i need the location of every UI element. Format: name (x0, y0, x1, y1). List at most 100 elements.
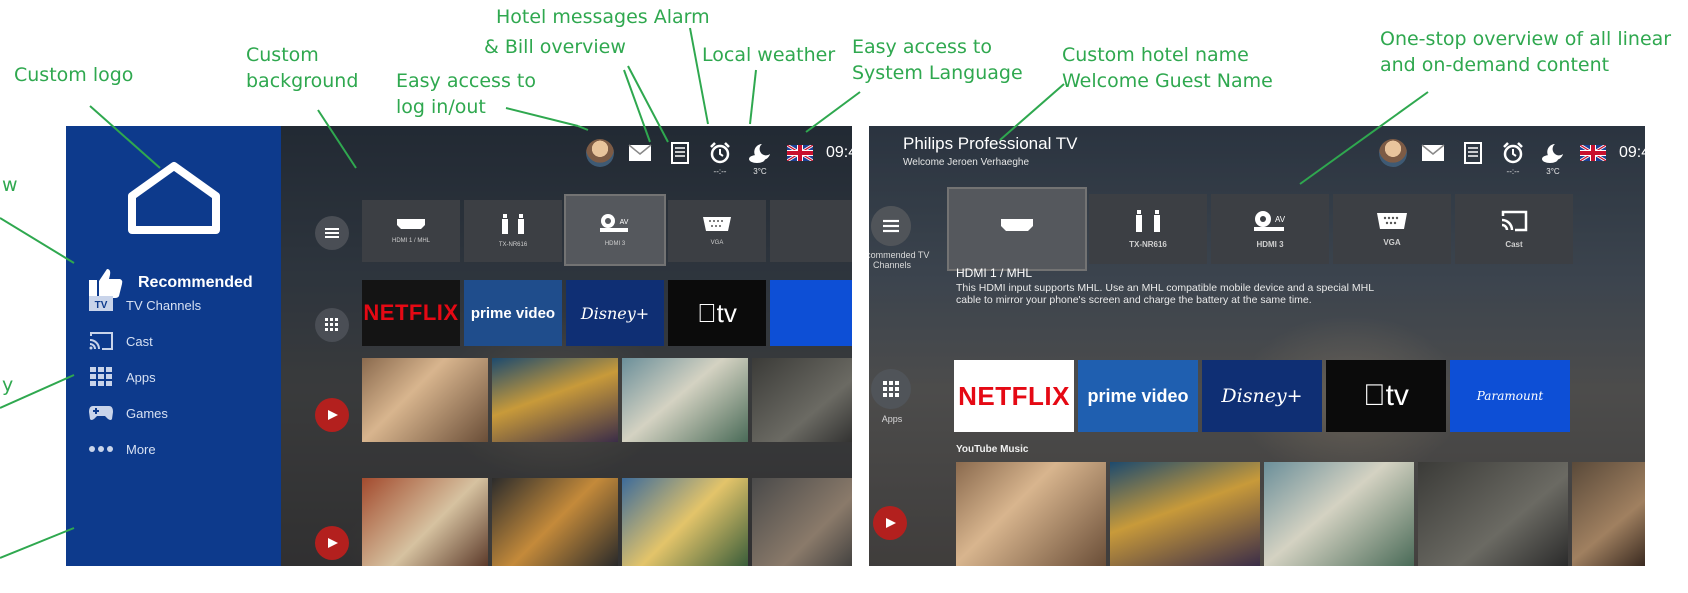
source-tile-hdmi1[interactable]: HDMI 1 / MHL (362, 200, 460, 262)
source-title: HDMI 1 / MHL (956, 266, 1033, 280)
video-thumbnail[interactable] (1110, 462, 1260, 566)
annotation-edge-fragment-w: w (2, 174, 18, 196)
video-thumbnail[interactable] (752, 358, 852, 442)
vga-icon (1377, 212, 1407, 229)
sidebar-item-label: Recommended (138, 274, 253, 291)
hdmi-av-icon: AV (1254, 210, 1286, 231)
video-thumbnail[interactable] (362, 358, 488, 442)
weather-temp: 3°C (753, 167, 767, 176)
svg-text:AV: AV (1275, 215, 1286, 224)
sidebar-item-apps[interactable]: Apps (86, 366, 156, 388)
weather-moon-icon[interactable]: 3°C (1539, 139, 1567, 176)
annotation-system-language-2: System Language (852, 62, 1023, 84)
app-tile-apple-tv[interactable]:  tv (668, 280, 766, 346)
youtube-row-icon-2[interactable] (315, 526, 349, 560)
apps-row-icon[interactable] (315, 308, 349, 342)
custom-home-logo-icon[interactable] (126, 160, 222, 236)
channels-menu-icon[interactable] (315, 216, 349, 250)
app-tile-prime-video[interactable]: prime video (464, 280, 562, 346)
app-tile-netflix[interactable]: NETFLIX (954, 360, 1074, 432)
clock: 09:44 (1619, 144, 1645, 161)
annotation-custom-background-2: background (246, 70, 359, 92)
alarm-clock-icon[interactable]: --:-- (706, 139, 734, 176)
user-avatar[interactable] (1379, 139, 1407, 167)
bill-icon[interactable] (1459, 139, 1487, 167)
recommended-channels-icon[interactable] (871, 206, 911, 246)
source-tile-hdmi1-selected[interactable] (949, 189, 1085, 269)
video-thumbnail[interactable] (362, 478, 488, 566)
source-tile-more[interactable] (770, 200, 852, 262)
app-tile-paramount[interactable]: Paramount (1450, 360, 1570, 432)
cast-icon (86, 330, 116, 352)
annotation-hotel-messages-2: & Bill overview (484, 36, 626, 58)
uk-flag-language-icon[interactable] (786, 139, 814, 167)
video-thumbnail[interactable] (1264, 462, 1414, 566)
annotation-system-language-1: Easy access to (852, 36, 992, 58)
sidebar-item-cast[interactable]: Cast (86, 330, 153, 352)
app-tile-disney-plus[interactable]: Disney+ (566, 280, 664, 346)
annotation-custom-background-1: Custom (246, 44, 319, 66)
video-thumbnail[interactable] (752, 478, 852, 566)
video-thumbnail[interactable] (492, 478, 618, 566)
app-tile-netflix[interactable]: NETFLIX (362, 280, 460, 346)
video-thumbnail[interactable] (622, 358, 748, 442)
youtube-row-icon[interactable] (873, 506, 907, 540)
app-tile-disney-plus[interactable]: Disney+ (1202, 360, 1322, 432)
apps-label: Apps (881, 414, 903, 424)
status-bar: --:-- 3°C 09:43 (586, 136, 852, 176)
app-tile-prime-video[interactable]: prime video (1078, 360, 1198, 432)
hdmi-icon (1001, 219, 1033, 231)
video-thumbnail[interactable] (492, 358, 618, 442)
video-thumbnail[interactable] (956, 462, 1106, 566)
hdmi-av-icon: AV (600, 214, 629, 232)
alarm-value: --:-- (713, 167, 727, 176)
annotation-hotel-messages-1: Hotel messages Alarm (496, 6, 710, 28)
source-tile-hdmi3[interactable]: AV HDMI 3 (1211, 194, 1329, 264)
weather-moon-icon[interactable]: 3°C (746, 139, 774, 176)
source-tile-tx-nr616[interactable]: TX-NR616 (1089, 194, 1207, 264)
annotation-local-weather: Local weather (702, 44, 836, 66)
rca-icon (502, 214, 524, 234)
source-tile-vga[interactable]: VGA (668, 200, 766, 262)
apple-logo-icon:  (1363, 379, 1386, 413)
sidebar-item-tv-channels[interactable]: TV TV Channels (86, 294, 201, 316)
source-tile-cast[interactable]: Cast (1455, 194, 1573, 264)
sidebar-item-label: Cast (126, 333, 153, 349)
messages-envelope-icon[interactable] (626, 139, 654, 167)
app-tile-apple-tv[interactable]:  tv (1326, 360, 1446, 432)
svg-text:AV: AV (620, 219, 629, 226)
user-avatar[interactable] (586, 139, 614, 167)
video-thumbnail[interactable] (622, 478, 748, 566)
sidebar-item-label: More (126, 441, 156, 457)
sidebar-item-label: TV Channels (126, 297, 202, 313)
source-tile-vga[interactable]: VGA (1333, 194, 1451, 264)
sidebar-item-label: Games (126, 405, 168, 421)
source-tile-hdmi3[interactable]: AV HDMI 3 (566, 196, 664, 264)
uk-flag-language-icon[interactable] (1579, 139, 1607, 167)
alarm-value: --:-- (1506, 167, 1520, 176)
section-youtube-music: YouTube Music (956, 444, 1029, 455)
alarm-clock-icon[interactable]: --:-- (1499, 139, 1527, 176)
source-tile-tx-nr616[interactable]: TX-NR616 (464, 200, 562, 262)
sidebar-item-more[interactable]: More (86, 438, 156, 460)
bill-icon[interactable] (666, 139, 694, 167)
sidebar: Recommended TV TV Channels Cast Apps Gam… (66, 126, 281, 566)
weather-temp: 3°C (1546, 167, 1560, 176)
apps-row-icon[interactable] (871, 369, 911, 409)
hotel-name: Philips Professional TV (903, 134, 1078, 153)
rca-icon (1136, 209, 1160, 232)
more-dots-icon (86, 438, 116, 460)
tv-home-screen-hotel-layout: Philips Professional TV Welcome Jeroen V… (869, 126, 1645, 566)
annotation-hotel-name-1: Custom hotel name (1062, 44, 1249, 66)
welcome-guest-name: Welcome Jeroen Verhaeghe (903, 157, 1030, 168)
app-tile-more[interactable] (770, 280, 852, 346)
annotation-overview-1: One-stop overview of all linear (1380, 28, 1672, 50)
youtube-row-icon[interactable] (315, 398, 349, 432)
video-thumbnail[interactable] (1572, 462, 1645, 566)
vga-icon (703, 217, 731, 231)
source-description: This HDMI input supports MHL. Use an MHL… (956, 282, 1374, 306)
video-thumbnail[interactable] (1418, 462, 1568, 566)
gamepad-icon (86, 402, 116, 424)
sidebar-item-games[interactable]: Games (86, 402, 168, 424)
messages-envelope-icon[interactable] (1419, 139, 1447, 167)
